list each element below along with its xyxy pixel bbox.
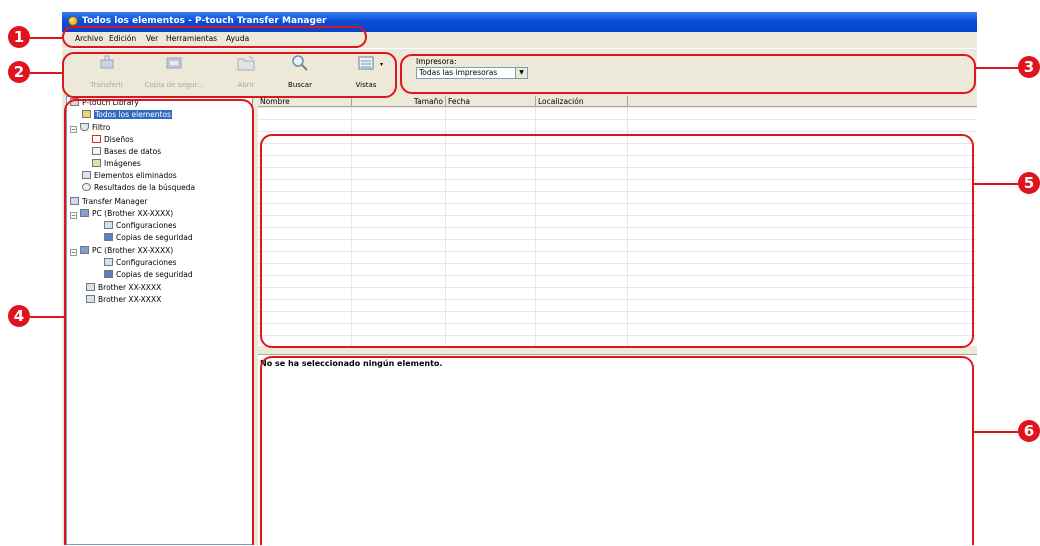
annotation-box-1 <box>62 26 367 48</box>
callout-4: 4 <box>8 305 30 327</box>
annotation-line-4 <box>30 316 66 318</box>
annotation-line-6 <box>974 431 1022 433</box>
column-header-location[interactable]: Localización <box>536 96 628 107</box>
callout-5: 5 <box>1018 172 1040 194</box>
callout-1: 1 <box>8 26 30 48</box>
annotation-line-3 <box>974 67 1022 69</box>
column-header-filler <box>628 96 977 107</box>
column-header-date[interactable]: Fecha <box>446 96 536 107</box>
annotation-line-5 <box>974 183 1022 185</box>
annotation-box-5 <box>260 134 974 348</box>
annotation-box-4 <box>64 99 254 545</box>
callout-2: 2 <box>8 61 30 83</box>
annotation-line-1 <box>30 37 64 39</box>
app-icon <box>68 16 78 26</box>
annotation-box-2 <box>62 52 397 98</box>
annotation-box-6 <box>260 356 974 545</box>
window-title: Todos los elementos - P-touch Transfer M… <box>82 16 327 26</box>
callout-3: 3 <box>1018 56 1040 78</box>
annotation-line-2 <box>30 72 64 74</box>
callout-6: 6 <box>1018 420 1040 442</box>
annotation-box-3 <box>400 54 976 94</box>
